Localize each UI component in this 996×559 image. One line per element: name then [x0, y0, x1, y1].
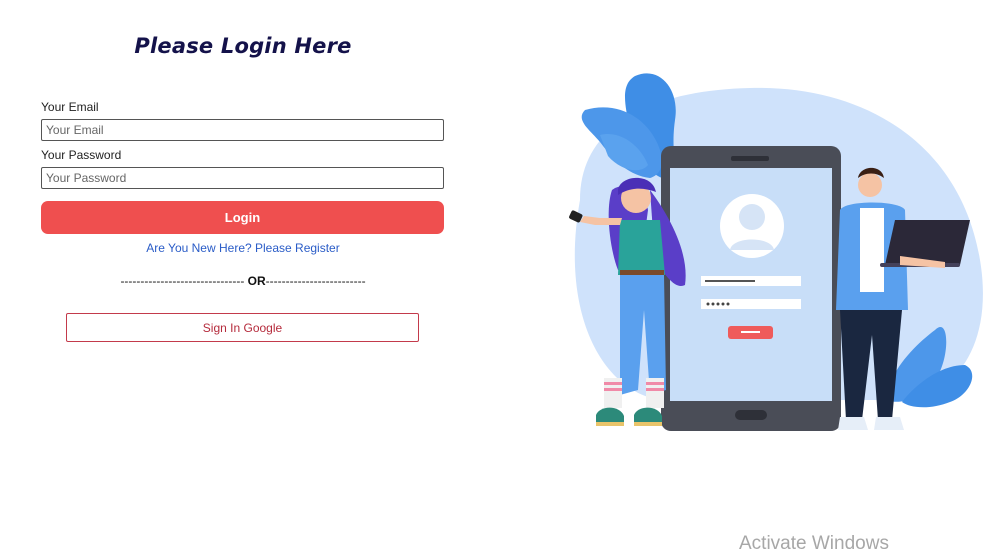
or-word: OR: [247, 274, 266, 288]
page-title: Please Login Here: [134, 34, 352, 58]
google-signin-button[interactable]: Sign In Google: [66, 313, 419, 342]
or-divider-right: -------------------------: [265, 274, 366, 288]
activate-windows-watermark: Activate Windows: [739, 533, 889, 554]
email-label: Your Email: [41, 100, 99, 114]
login-button[interactable]: Login: [41, 201, 444, 234]
or-divider-left: -------------------------------: [120, 274, 248, 288]
or-divider: ------------------------------- OR------…: [0, 274, 486, 288]
password-label: Your Password: [41, 148, 122, 162]
register-link[interactable]: Are You New Here? Please Register: [0, 241, 486, 255]
email-field[interactable]: [41, 119, 444, 141]
phone-login-illustration: [569, 73, 983, 431]
password-field[interactable]: [41, 167, 444, 189]
phone-device: [661, 146, 841, 431]
